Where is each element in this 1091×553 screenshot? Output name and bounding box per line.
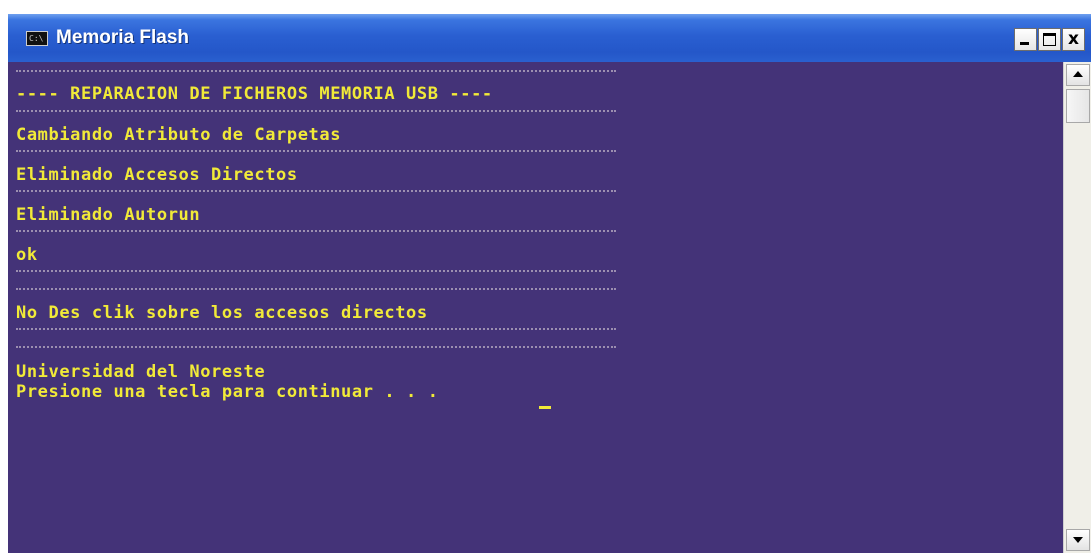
separator-line [16, 70, 616, 72]
console-line: Universidad del Noreste [16, 362, 266, 382]
console-line: No Des clik sobre los accesos directos [16, 303, 428, 323]
separator-line [16, 110, 616, 112]
console-prompt-line: Presione una tecla para continuar . . . [16, 382, 450, 402]
console-line: Eliminado Accesos Directos [16, 165, 298, 185]
vertical-scrollbar[interactable] [1063, 62, 1091, 553]
console-line: Eliminado Autorun [16, 205, 201, 225]
console-window: C:\ Memoria Flash x ---- REPARACION DE F… [8, 14, 1091, 553]
minimize-button[interactable] [1014, 28, 1037, 51]
console-icon: C:\ [26, 31, 48, 46]
maximize-button[interactable] [1038, 28, 1061, 51]
separator-line [16, 230, 616, 232]
scroll-thumb[interactable] [1066, 89, 1090, 123]
scroll-down-arrow-icon[interactable] [1066, 529, 1090, 551]
separator-line [16, 288, 616, 290]
separator-line [16, 190, 616, 192]
separator-line [16, 346, 616, 348]
text-cursor [539, 406, 551, 409]
close-icon: x [1068, 29, 1079, 49]
scroll-up-arrow-icon[interactable] [1066, 64, 1090, 86]
console-header-line: ---- REPARACION DE FICHEROS MEMORIA USB … [16, 84, 493, 104]
console-output[interactable]: ---- REPARACION DE FICHEROS MEMORIA USB … [8, 62, 1063, 553]
window-title: Memoria Flash [56, 27, 190, 48]
close-button[interactable]: x [1062, 28, 1085, 51]
separator-line [16, 270, 616, 272]
console-line: ok [16, 245, 38, 265]
separator-line [16, 150, 616, 152]
title-bar[interactable]: C:\ Memoria Flash x [8, 14, 1091, 62]
console-line: Cambiando Atributo de Carpetas [16, 125, 342, 145]
separator-line [16, 328, 616, 330]
